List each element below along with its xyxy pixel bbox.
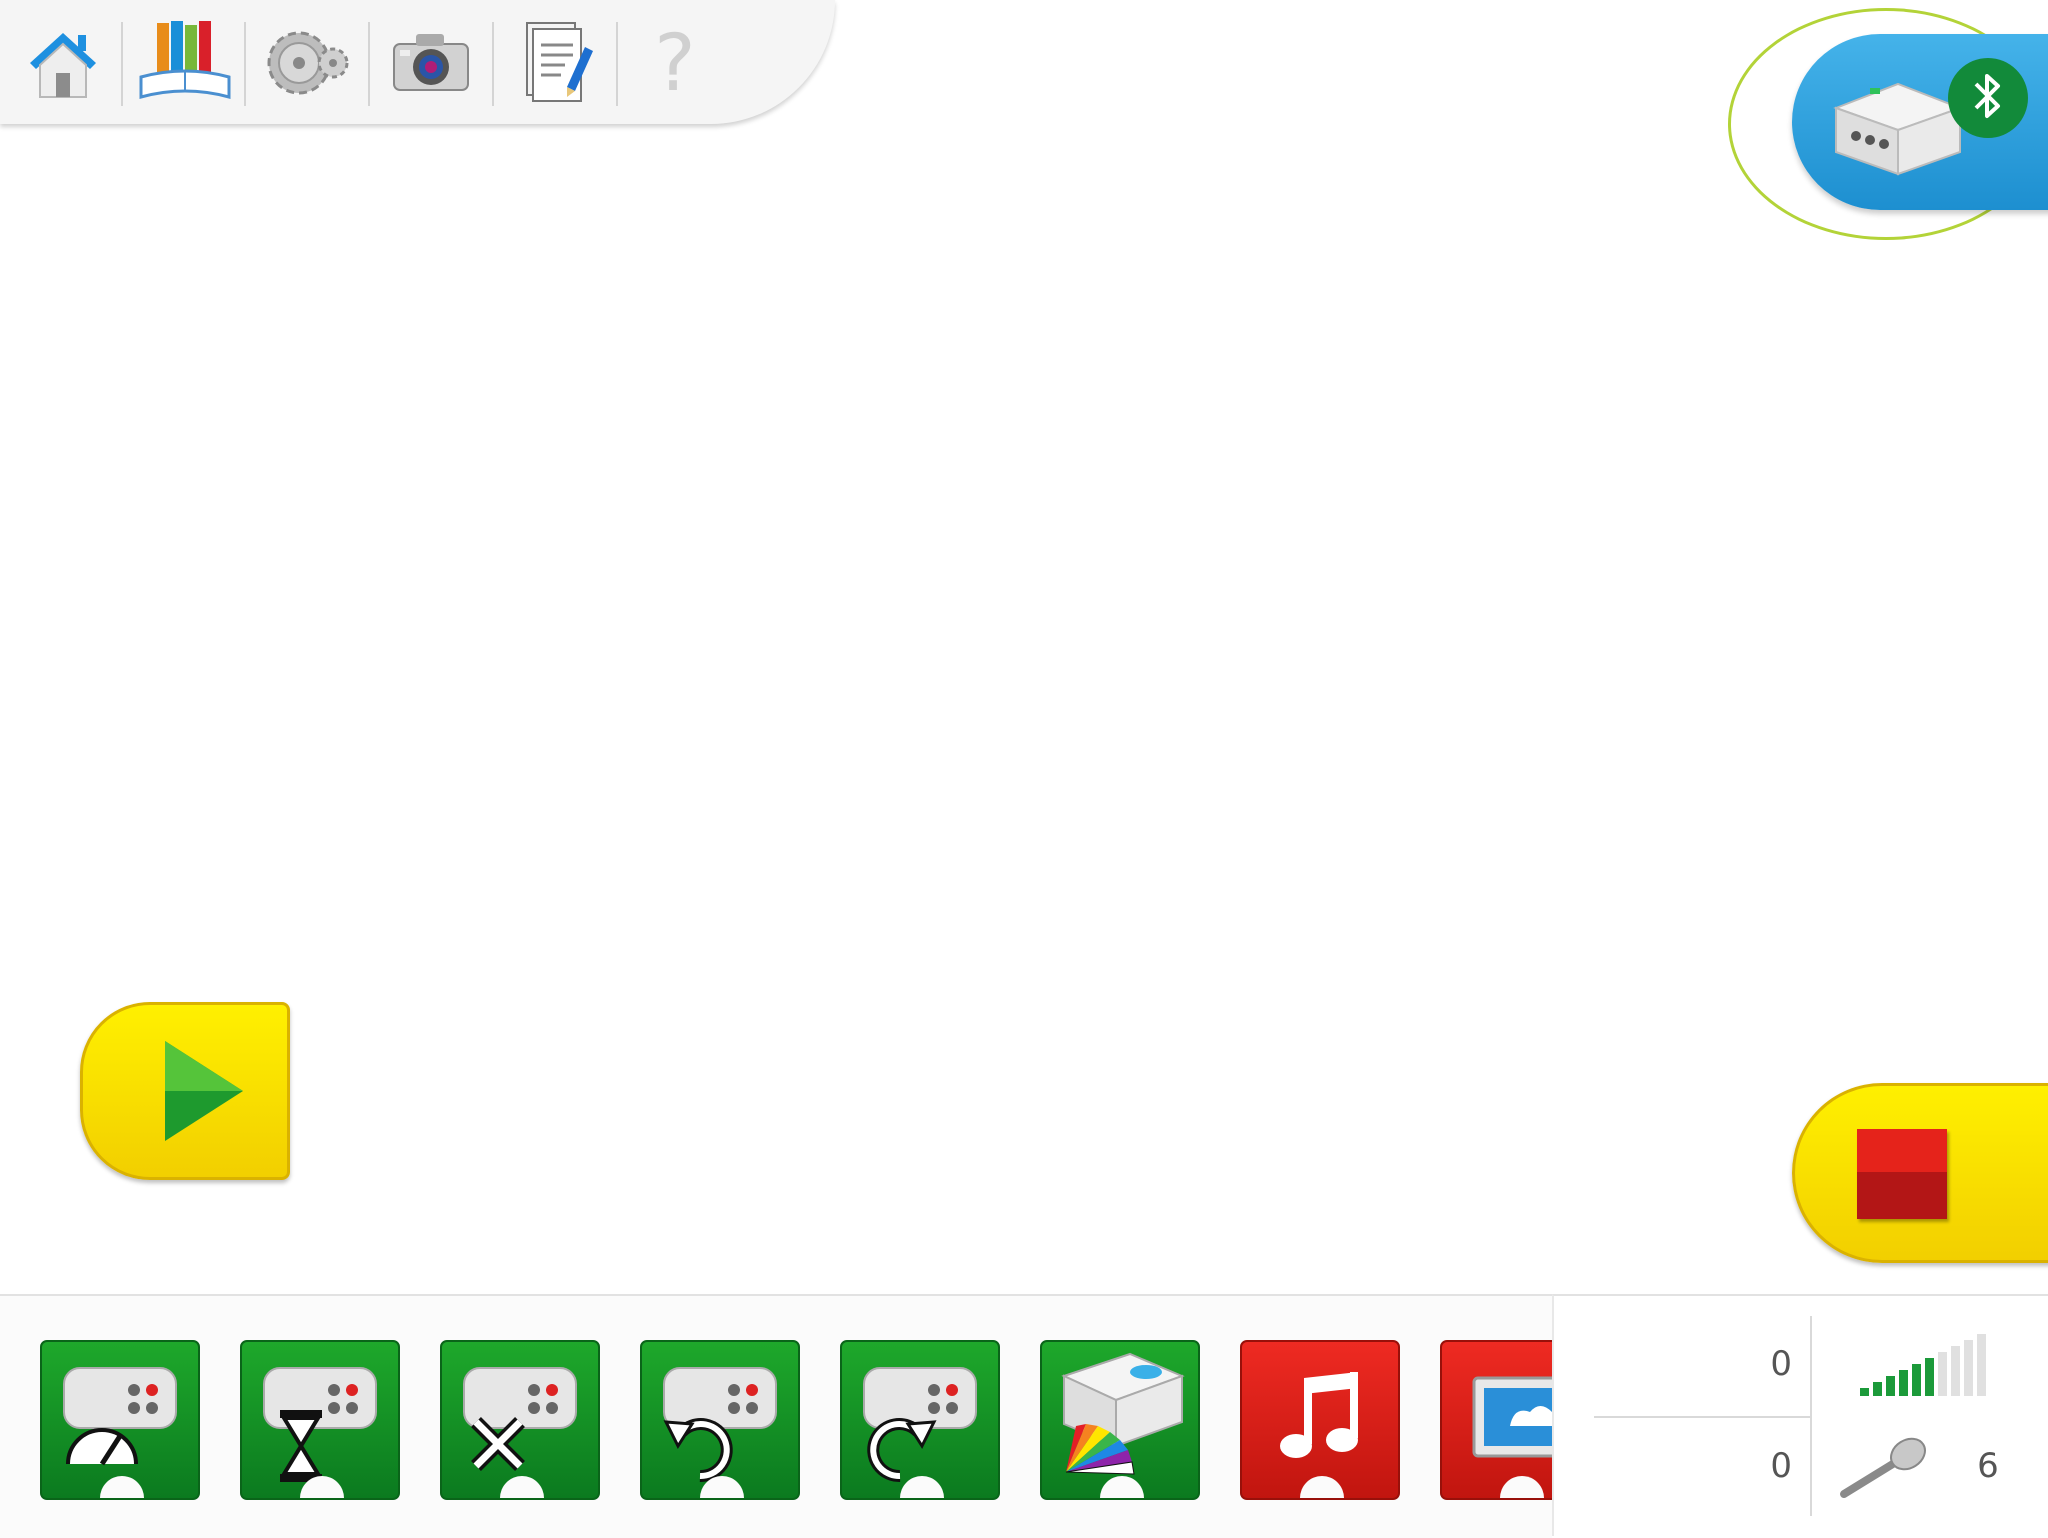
sound-level-bar	[1912, 1364, 1921, 1396]
toolbar-separator	[492, 22, 494, 106]
camera-icon	[386, 22, 476, 107]
toolbar-separator	[368, 22, 370, 106]
sound-level-bar	[1938, 1352, 1947, 1396]
sound-level-bar	[1977, 1334, 1986, 1396]
motor-time-block[interactable]	[240, 1340, 400, 1500]
smarthub-icon	[1828, 70, 1968, 185]
block-notch	[1500, 1476, 1544, 1498]
sound-level-bar	[1925, 1358, 1934, 1396]
motor-stop-block[interactable]	[440, 1340, 600, 1500]
display-block[interactable]	[1440, 1340, 1552, 1500]
panel-divider-horizontal	[1594, 1416, 1810, 1418]
sound-level-value: 6	[1977, 1446, 1999, 1486]
motor-counterclockwise-block[interactable]	[640, 1340, 800, 1500]
library-icon	[135, 17, 235, 112]
sensor-panel: 0 0 6	[1552, 1294, 2048, 1536]
sound-level-meter	[1860, 1332, 2000, 1401]
design-button[interactable]	[252, 14, 362, 114]
library-button[interactable]	[130, 14, 240, 114]
start-block[interactable]	[80, 1002, 290, 1180]
document-button[interactable]	[500, 14, 610, 114]
sound-level-bar	[1964, 1340, 1973, 1396]
toolbar-separator	[121, 22, 123, 106]
microphone-icon	[1836, 1432, 1936, 1507]
toolbar-separator	[616, 22, 618, 106]
sensor-value-top: 0	[1770, 1344, 1792, 1384]
toolbar-separator	[244, 22, 246, 106]
help-icon: ?	[654, 19, 696, 109]
sound-level-bar	[1886, 1376, 1895, 1396]
home-icon	[20, 19, 106, 110]
document-icon	[513, 17, 597, 112]
sound-level-bar	[1899, 1370, 1908, 1396]
motor-clockwise-block[interactable]	[840, 1340, 1000, 1500]
camera-button[interactable]	[376, 14, 486, 114]
sound-level-bar	[1860, 1388, 1869, 1396]
stop-block[interactable]	[1792, 1083, 2048, 1263]
panel-divider-vertical	[1810, 1316, 1812, 1516]
play-icon	[159, 1037, 249, 1150]
top-toolbar: ?	[0, 0, 835, 124]
block-palette	[0, 1294, 1552, 1538]
play-sound-block[interactable]	[1240, 1340, 1400, 1500]
sound-level-bar	[1873, 1382, 1882, 1396]
help-button[interactable]: ?	[620, 14, 730, 114]
hub-light-block[interactable]	[1040, 1340, 1200, 1500]
bluetooth-status-badge	[1948, 58, 2028, 138]
gears-icon	[259, 17, 355, 112]
block-notch	[1300, 1476, 1344, 1498]
home-button[interactable]	[8, 14, 118, 114]
color-fan-icon	[1062, 1416, 1148, 1481]
motor-power-block[interactable]	[40, 1340, 200, 1500]
music-note-icon	[1270, 1370, 1370, 1475]
bluetooth-icon	[1968, 70, 2008, 127]
sound-level-bar	[1951, 1346, 1960, 1396]
x-icon	[466, 1412, 530, 1481]
stop-icon	[1857, 1129, 1947, 1219]
sensor-value-bottom: 0	[1770, 1446, 1792, 1486]
screen-icon	[1470, 1372, 1552, 1467]
gauge-icon	[62, 1412, 142, 1477]
